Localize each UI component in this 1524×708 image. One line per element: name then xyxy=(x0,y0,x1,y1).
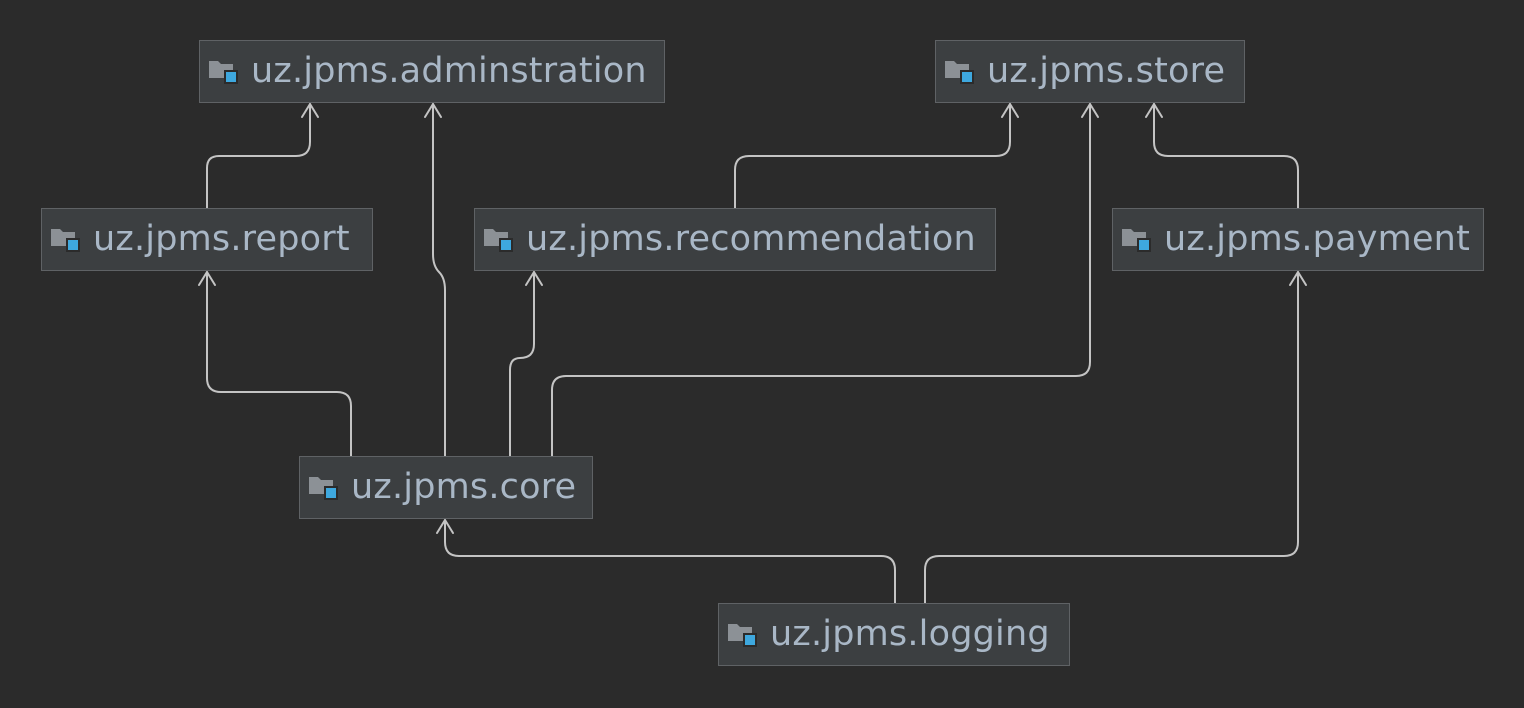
module-name: uz.jpms.payment xyxy=(1164,219,1470,259)
edge-payment-to-store xyxy=(1153,103,1299,209)
module-name: uz.jpms.core xyxy=(351,467,577,507)
module-name: uz.jpms.store xyxy=(987,51,1226,91)
edge-recommendation-to-store xyxy=(734,103,1011,209)
edge-logging-to-payment xyxy=(924,271,1299,604)
module-node-recommendation[interactable]: uz.jpms.recommendation xyxy=(474,208,996,271)
module-node-store[interactable]: uz.jpms.store xyxy=(935,40,1245,103)
module-package-icon xyxy=(51,228,80,252)
module-package-icon xyxy=(945,60,974,84)
module-dependency-diagram: uz.jpms.adminstration uz.jpms.store uz.j… xyxy=(0,0,1524,708)
module-name: uz.jpms.adminstration xyxy=(251,51,647,91)
module-package-icon xyxy=(1122,228,1151,252)
module-node-logging[interactable]: uz.jpms.logging xyxy=(718,603,1070,666)
module-package-icon xyxy=(484,228,513,252)
module-package-icon xyxy=(209,60,238,84)
edge-report-to-adminstration xyxy=(206,103,311,209)
module-node-core[interactable]: uz.jpms.core xyxy=(299,456,593,519)
edge-logging-to-core xyxy=(444,519,896,604)
module-package-icon xyxy=(309,476,338,500)
module-name: uz.jpms.report xyxy=(93,219,350,259)
module-package-icon xyxy=(728,623,757,647)
edge-core-to-adminstration xyxy=(432,103,446,457)
module-name: uz.jpms.logging xyxy=(770,614,1050,654)
module-node-payment[interactable]: uz.jpms.payment xyxy=(1112,208,1484,271)
module-node-report[interactable]: uz.jpms.report xyxy=(41,208,373,271)
module-node-adminstration[interactable]: uz.jpms.adminstration xyxy=(199,40,665,103)
edge-core-to-recommendation xyxy=(509,271,535,457)
module-name: uz.jpms.recommendation xyxy=(526,219,976,259)
edge-core-to-report xyxy=(206,271,352,457)
dependency-edges xyxy=(198,103,1307,604)
